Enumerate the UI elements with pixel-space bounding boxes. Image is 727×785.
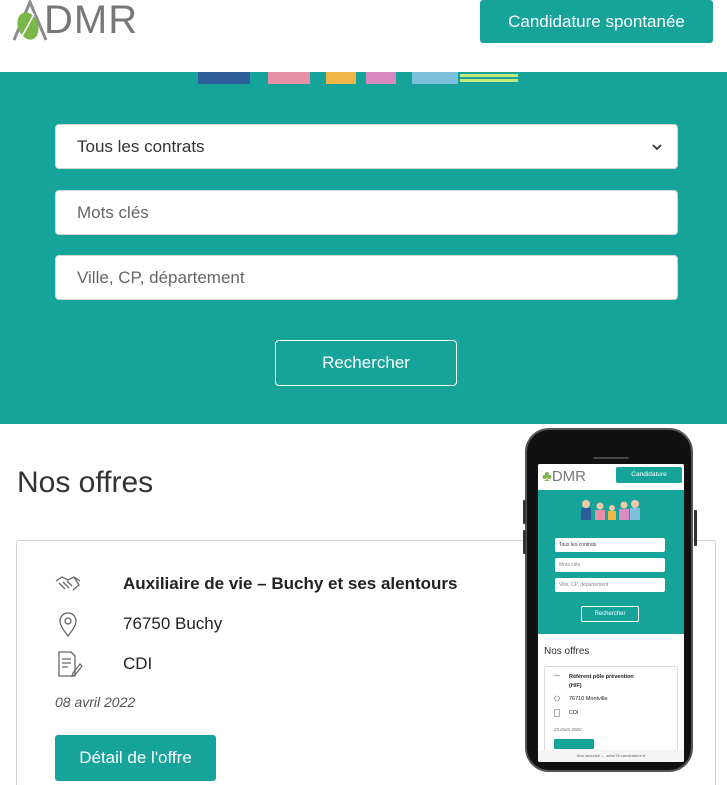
handshake-icon [55,576,81,591]
admr-logo[interactable]: DMR [8,0,138,44]
mini-logo: ♣DMR [542,468,586,485]
mini-offer-title: Référent pôle prévention [569,674,634,680]
logo-text: DMR [44,0,139,42]
phone-mockup: ♣DMR Candidature spontanée Tous les cont… [523,428,697,772]
mini-offer-title-row: Référent pôle prévention [553,673,634,681]
mini-offer-contract: CDI [569,710,579,716]
keywords-input[interactable]: Mots clés [55,190,678,235]
offer-location-row: 76750 Buchy [53,609,222,639]
map-pin-icon [59,612,77,638]
phone-volume-button [523,500,526,524]
mini-offer-location: 76710 Montville [569,696,608,702]
offers-section-title: Nos offres [17,466,154,499]
document-edit-icon [58,651,83,677]
location-input[interactable]: Ville, CP, département [55,255,678,300]
offer-title-row: Auxiliaire de vie – Buchy et ses alentou… [53,569,457,599]
phone-speaker [593,457,629,459]
mini-logo-leaf-icon: ♣ [542,468,552,485]
site-header: DMR Candidature spontanée [0,0,727,72]
offer-location: 76750 Buchy [123,614,223,633]
offer-contract: CDI [123,654,153,673]
mini-search-button: Rechercher [581,606,639,622]
offer-date: 08 avril 2022 [55,694,136,710]
contract-select-value: Tous les contrats [77,137,205,156]
phone-power-button [694,510,697,546]
page: DMR Candidature spontanée Tous les contr… [0,0,727,785]
mini-cta-button: Candidature spontanée [616,467,682,494]
mini-offer-location-row: 76710 Montville [553,695,608,703]
phone-volume-button [523,530,526,554]
phone-screen: ♣DMR Candidature spontanée Tous les cont… [538,464,684,762]
mini-header: ♣DMR Candidature spontanée [538,464,684,494]
mini-url-bar: Non sécurisé — admr76.candidature.fr [538,750,684,762]
mini-handshake-icon [553,674,561,677]
mini-detail-button [554,739,594,749]
chevron-down-icon [652,144,662,151]
contract-select[interactable]: Tous les contrats [55,124,678,169]
offer-detail-button[interactable]: Détail de l'offre [55,735,216,781]
spontaneous-application-button[interactable]: Candidature spontanée [480,0,713,43]
mini-keywords-input: Mots clés [555,558,665,572]
mini-banner-illustration [581,500,640,520]
mini-search-band: Tous les contrats Mots clés Ville, CP, d… [538,490,684,634]
mini-offer-contract-row: CDI [553,709,578,717]
banner-illustration [198,72,518,84]
mini-contract-select: Tous les contrats [555,538,665,552]
mini-logo-text: DMR [551,468,587,485]
mini-offer-title-line2: (H/F) [569,683,582,689]
mini-map-pin-icon [554,695,560,702]
mini-document-icon [554,709,560,717]
mini-offer-date: 23 mars 2022 [554,727,582,732]
mini-location-input: Ville, CP, département [555,578,665,592]
offer-contract-row: CDI [53,649,152,679]
mini-offers-title: Nos offres [544,646,590,657]
offer-title[interactable]: Auxiliaire de vie – Buchy et ses alentou… [123,574,457,594]
mini-offer-card: Référent pôle prévention (H/F) 76710 Mon… [544,666,678,762]
search-button[interactable]: Rechercher [275,340,457,386]
